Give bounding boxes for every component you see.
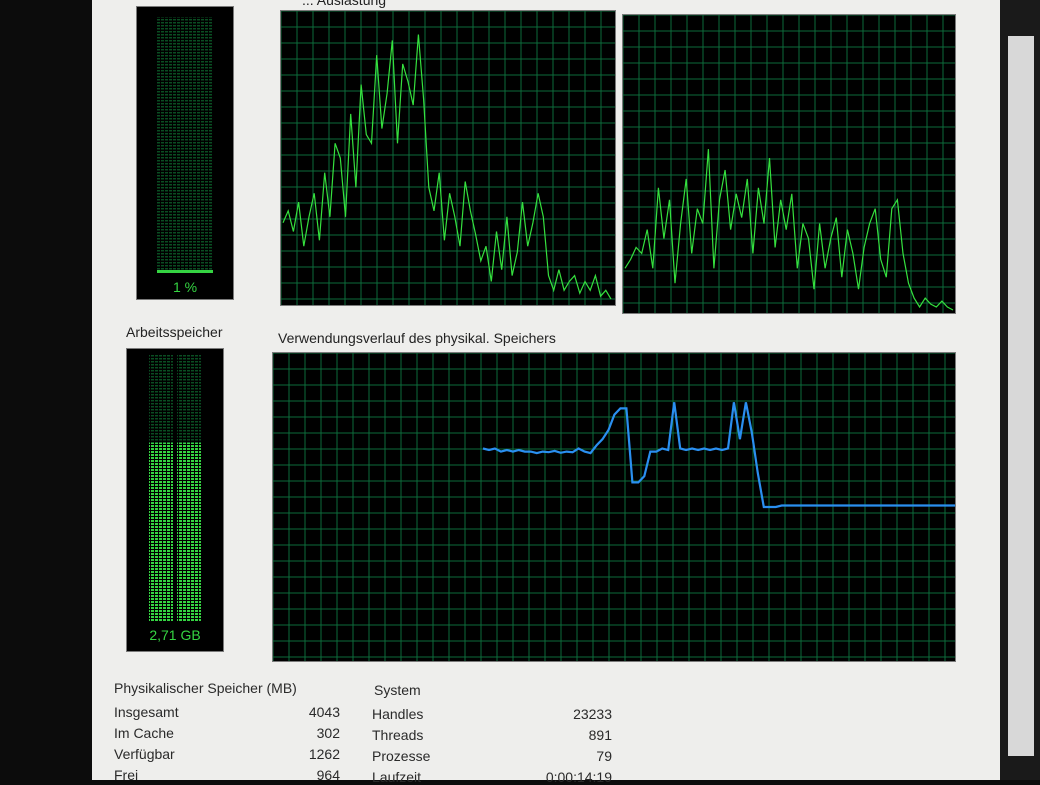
cpu-usage-line-core1 <box>282 34 612 300</box>
memory-meter-fill-2 <box>177 442 201 621</box>
memory-usage-line <box>482 402 955 509</box>
memory-history-graph <box>272 352 956 662</box>
system-label: Laufzeit <box>372 769 422 785</box>
background-window-strip <box>1008 36 1034 756</box>
cpu-history-graph-core2 <box>622 14 956 314</box>
system-value: 891 <box>588 727 612 743</box>
system-label: Threads <box>372 727 424 743</box>
physical-memory-heading: Physikalischer Speicher (MB) <box>114 680 297 696</box>
physical-memory-value: 1262 <box>308 746 340 762</box>
memory-usage-text: 2,71 GB <box>149 627 201 643</box>
background-window-edge <box>1000 0 1040 780</box>
cpu-usage-text: 1 % <box>172 279 198 295</box>
memory-history-chart <box>273 353 955 661</box>
physical-memory-label: Frei <box>114 767 139 783</box>
cpu-history-graph-core1 <box>280 10 616 306</box>
physical-memory-value: 964 <box>316 767 340 783</box>
cpu-usage-meter-graphic <box>157 17 213 273</box>
cpu-history-chart-core1 <box>281 11 615 305</box>
cpu-history-title: ... Auslastung <box>302 0 387 8</box>
physical-memory-label: Im Cache <box>114 725 174 741</box>
cpu-usage-meter: 1 % <box>136 6 234 300</box>
system-heading: System <box>374 682 421 698</box>
physical-memory-label: Insgesamt <box>114 704 179 720</box>
cpu-history-chart-core2 <box>623 15 955 313</box>
system-value: 0:00:14:19 <box>545 769 612 785</box>
cpu-usage-line-core2 <box>624 149 954 311</box>
system-value: 23233 <box>573 706 612 722</box>
physical-memory-value: 4043 <box>308 704 340 720</box>
memory-section-title: Arbeitsspeicher <box>126 324 223 340</box>
memory-history-title: Verwendungsverlauf des physikal. Speiche… <box>278 330 556 346</box>
system-value: 79 <box>596 748 612 764</box>
physical-memory-value: 302 <box>316 725 340 741</box>
memory-meter-fill-1 <box>149 442 173 621</box>
memory-usage-meter-graphic <box>149 355 201 621</box>
memory-usage-meter: 2,71 GB <box>126 348 224 652</box>
system-label: Prozesse <box>372 748 431 764</box>
system-label: Handles <box>372 706 424 722</box>
physical-memory-label: Verfügbar <box>114 746 175 762</box>
